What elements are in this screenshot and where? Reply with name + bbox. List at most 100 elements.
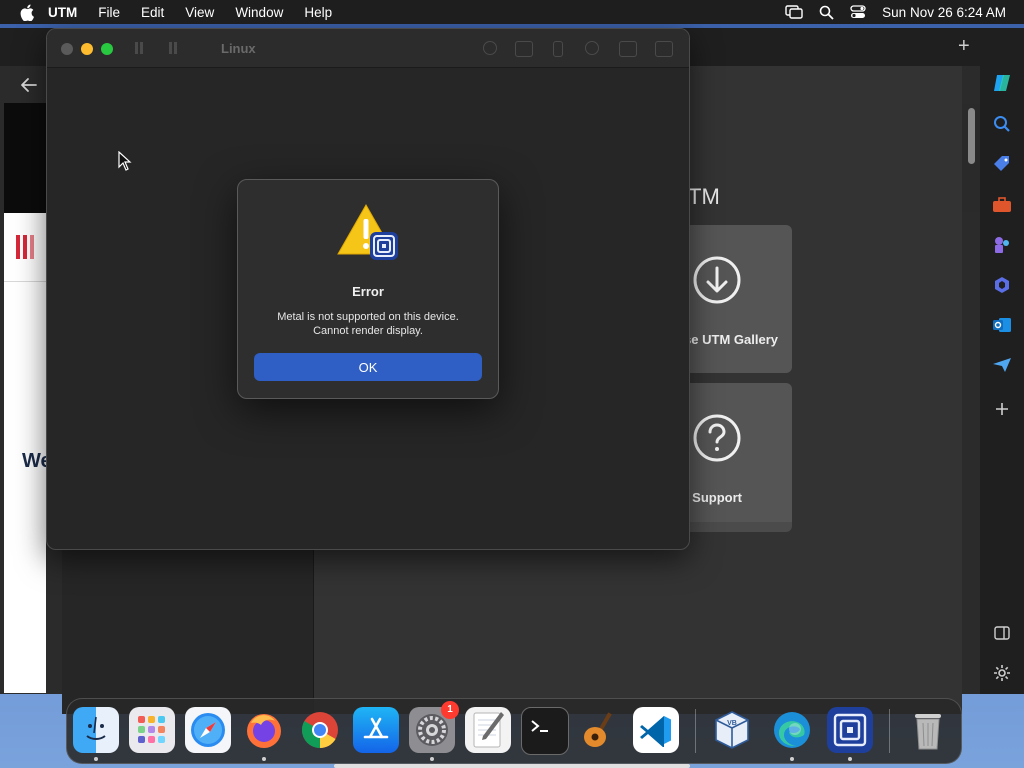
add-sidebar-app-icon[interactable] [991, 398, 1013, 420]
screen-recording-bar [334, 764, 690, 768]
error-dialog-message: Metal is not supported on this device. C… [248, 310, 488, 338]
tools-briefcase-icon[interactable] [991, 194, 1013, 216]
dock-garageband[interactable] [577, 707, 623, 753]
ok-button[interactable]: OK [254, 353, 482, 381]
vm-resize-display-icon[interactable] [655, 41, 673, 57]
hide-sidebar-icon[interactable] [991, 622, 1013, 644]
browse-gallery-label: se UTM Gallery [684, 332, 778, 347]
error-dialog-title: Error [352, 284, 384, 299]
edge-icon [774, 712, 810, 748]
dock-textedit[interactable] [465, 707, 511, 753]
dock-virtualbox[interactable]: VB [709, 707, 755, 753]
screen-mirroring-icon[interactable] [785, 5, 803, 19]
menu-bar: UTM File Edit View Window Help Sun Nov 2… [0, 0, 1024, 24]
dock-finder[interactable] [73, 707, 119, 753]
launchpad-icon [138, 716, 165, 743]
vm-stop-icon[interactable] [135, 42, 138, 54]
games-chess-icon[interactable] [991, 234, 1013, 256]
sidebar-settings-gear-icon[interactable] [991, 662, 1013, 684]
running-indicator [848, 757, 852, 761]
dock-vscode[interactable] [633, 707, 679, 753]
outlook-icon[interactable] [991, 314, 1013, 336]
vm-restart-icon[interactable] [483, 41, 497, 55]
menu-file[interactable]: File [98, 5, 120, 20]
warning-triangle-icon [337, 203, 398, 260]
guitar-icon [584, 712, 612, 747]
menu-view[interactable]: View [185, 5, 214, 20]
new-tab-plus-icon[interactable]: + [958, 36, 978, 56]
vm-pause-icon[interactable] [174, 42, 177, 54]
running-indicator [430, 757, 434, 761]
menu-help[interactable]: Help [304, 5, 332, 20]
error-message-line: Cannot render display. [313, 325, 423, 337]
window-close-button[interactable] [61, 43, 73, 55]
copilot-icon[interactable] [991, 72, 1013, 94]
control-center-icon[interactable] [850, 5, 866, 19]
finder-icon [86, 716, 106, 740]
webpage-divider [4, 281, 46, 282]
dock-utm[interactable] [827, 707, 873, 753]
dock: 1 VB [66, 698, 962, 764]
dock-separator [889, 709, 890, 753]
trash-icon [915, 714, 941, 750]
dock-app-store[interactable] [353, 707, 399, 753]
menu-app-utm[interactable]: UTM [48, 5, 77, 20]
microsoft-365-icon[interactable] [991, 274, 1013, 296]
webpage-dark-banner [4, 103, 46, 213]
vm-drive-icon[interactable] [553, 41, 563, 57]
shopping-tag-icon[interactable] [991, 153, 1013, 175]
utm-sidebar-area [62, 550, 314, 714]
back-arrow-icon[interactable] [18, 74, 40, 96]
notification-badge: 1 [441, 701, 459, 719]
chrome-icon [301, 712, 338, 748]
vm-usb-icon[interactable] [515, 41, 533, 57]
virtualbox-icon: VB [715, 711, 749, 749]
utm-sidebar-divider [313, 550, 314, 714]
running-indicator [262, 757, 266, 761]
status-area: Sun Nov 26 6:24 AM [785, 0, 1024, 24]
dock-system-settings[interactable]: 1 [409, 701, 459, 753]
utm-welcome-heading: TM [688, 184, 720, 209]
error-message-line: Metal is not supported on this device. [277, 311, 459, 323]
dock-terminal[interactable] [521, 707, 569, 755]
send-drop-icon[interactable] [991, 354, 1013, 376]
running-indicator [790, 757, 794, 761]
vm-window-title: Linux [221, 41, 256, 56]
menu-clock[interactable]: Sun Nov 26 6:24 AM [882, 5, 1006, 20]
mouse-pointer-icon [118, 151, 132, 171]
error-dialog: Error Metal is not supported on this dev… [237, 179, 499, 399]
notepad-icon [473, 712, 504, 748]
spotlight-search-icon[interactable] [819, 5, 834, 20]
apple-menu-icon[interactable] [18, 3, 36, 21]
vscode-icon [640, 716, 671, 747]
vm-shared-folder-icon[interactable] [619, 41, 637, 57]
dock-firefox[interactable] [241, 707, 287, 753]
menu-window[interactable]: Window [235, 5, 283, 20]
utm-icon [833, 713, 867, 747]
dock-safari[interactable] [185, 707, 231, 753]
vm-pause-icon[interactable] [169, 42, 172, 54]
download-circle-icon [693, 256, 741, 304]
support-label: Support [692, 490, 742, 505]
window-minimize-button[interactable] [81, 43, 93, 55]
search-icon[interactable] [991, 113, 1013, 135]
browser-scrollbar-thumb[interactable] [968, 108, 975, 164]
dock-trash[interactable] [905, 707, 951, 753]
firefox-icon [247, 714, 281, 748]
dock-edge[interactable] [769, 707, 815, 753]
safari-icon [191, 713, 225, 747]
vm-capture-icon[interactable] [585, 41, 599, 55]
browser-sidebar [980, 28, 1024, 694]
running-indicator [94, 757, 98, 761]
dock-chrome[interactable] [297, 707, 343, 753]
menu-edit[interactable]: Edit [141, 5, 164, 20]
app-store-icon [363, 717, 389, 739]
svg-text:VB: VB [727, 720, 737, 727]
vm-stop-icon[interactable] [140, 42, 143, 54]
question-circle-icon [693, 414, 741, 462]
brand-logo-icon [16, 235, 34, 259]
window-zoom-button[interactable] [101, 43, 113, 55]
terminal-icon [531, 720, 548, 732]
dock-separator [695, 709, 696, 753]
dock-launchpad[interactable] [129, 707, 175, 753]
